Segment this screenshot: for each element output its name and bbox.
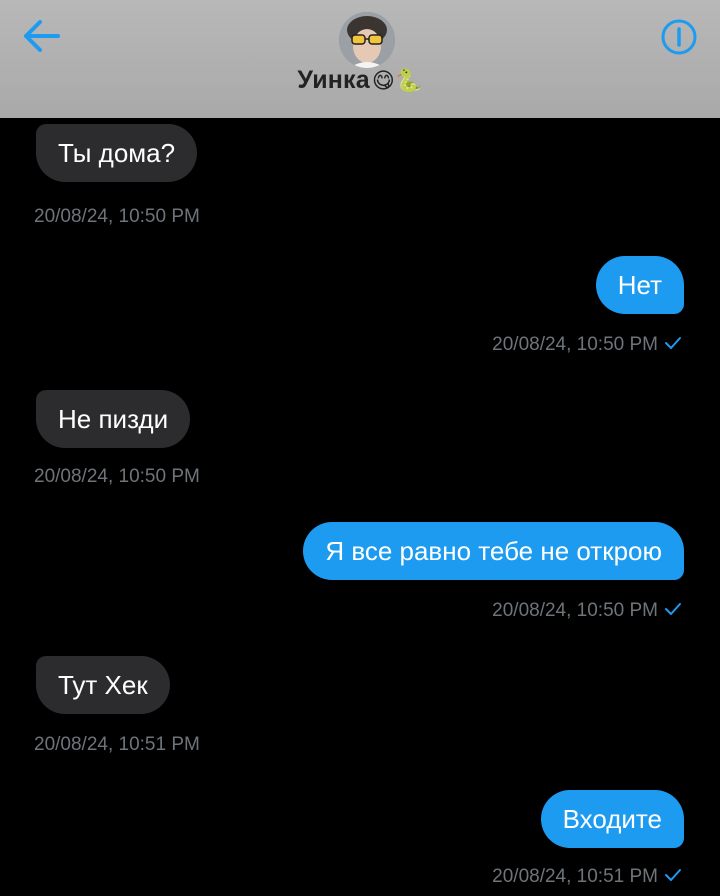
message-timestamp: 20/08/24, 10:50 PM (34, 206, 200, 227)
read-check-icon (665, 336, 681, 349)
incoming-message-bubble[interactable]: Ты дома? (36, 124, 198, 182)
message-status: 20/08/24, 10:51 PM (492, 866, 682, 888)
incoming-message-bubble[interactable]: Не пизди (36, 390, 191, 448)
back-button[interactable] (20, 16, 64, 56)
contact-name-text: Уинка (297, 66, 370, 94)
info-icon (661, 19, 697, 55)
avatar-image (339, 12, 395, 68)
message-timestamp: 20/08/24, 10:50 PM (492, 600, 658, 621)
message-timestamp: 20/08/24, 10:50 PM (34, 466, 200, 487)
info-button[interactable] (660, 18, 698, 56)
outgoing-message-bubble[interactable]: Входите (540, 790, 684, 848)
read-check-icon (665, 602, 681, 615)
contact-name-emoji: 😋🐍 (371, 68, 423, 93)
message-timestamp: 20/08/24, 10:50 PM (492, 334, 658, 355)
message-list[interactable]: Ты дома? 20/08/24, 10:50 PM Нет 20/08/24… (0, 118, 720, 896)
conversation-header: Уинка😋🐍 (0, 0, 720, 118)
outgoing-message-bubble[interactable]: Я все равно тебе не открою (303, 522, 684, 580)
arrow-left-icon (24, 20, 60, 52)
incoming-message-bubble[interactable]: Тут Хек (36, 656, 170, 714)
avatar[interactable] (339, 12, 395, 68)
message-timestamp: 20/08/24, 10:51 PM (34, 734, 200, 755)
message-status: 20/08/24, 10:50 PM (492, 600, 682, 622)
message-timestamp: 20/08/24, 10:51 PM (492, 866, 658, 887)
outgoing-message-bubble[interactable]: Нет (595, 256, 684, 314)
read-check-icon (665, 868, 681, 881)
message-status: 20/08/24, 10:50 PM (492, 334, 682, 356)
dm-conversation-screen: Уинка😋🐍 Ты дома? 20/08/24, 10:50 PM Нет … (0, 0, 720, 896)
contact-name[interactable]: Уинка😋🐍 (0, 66, 720, 95)
